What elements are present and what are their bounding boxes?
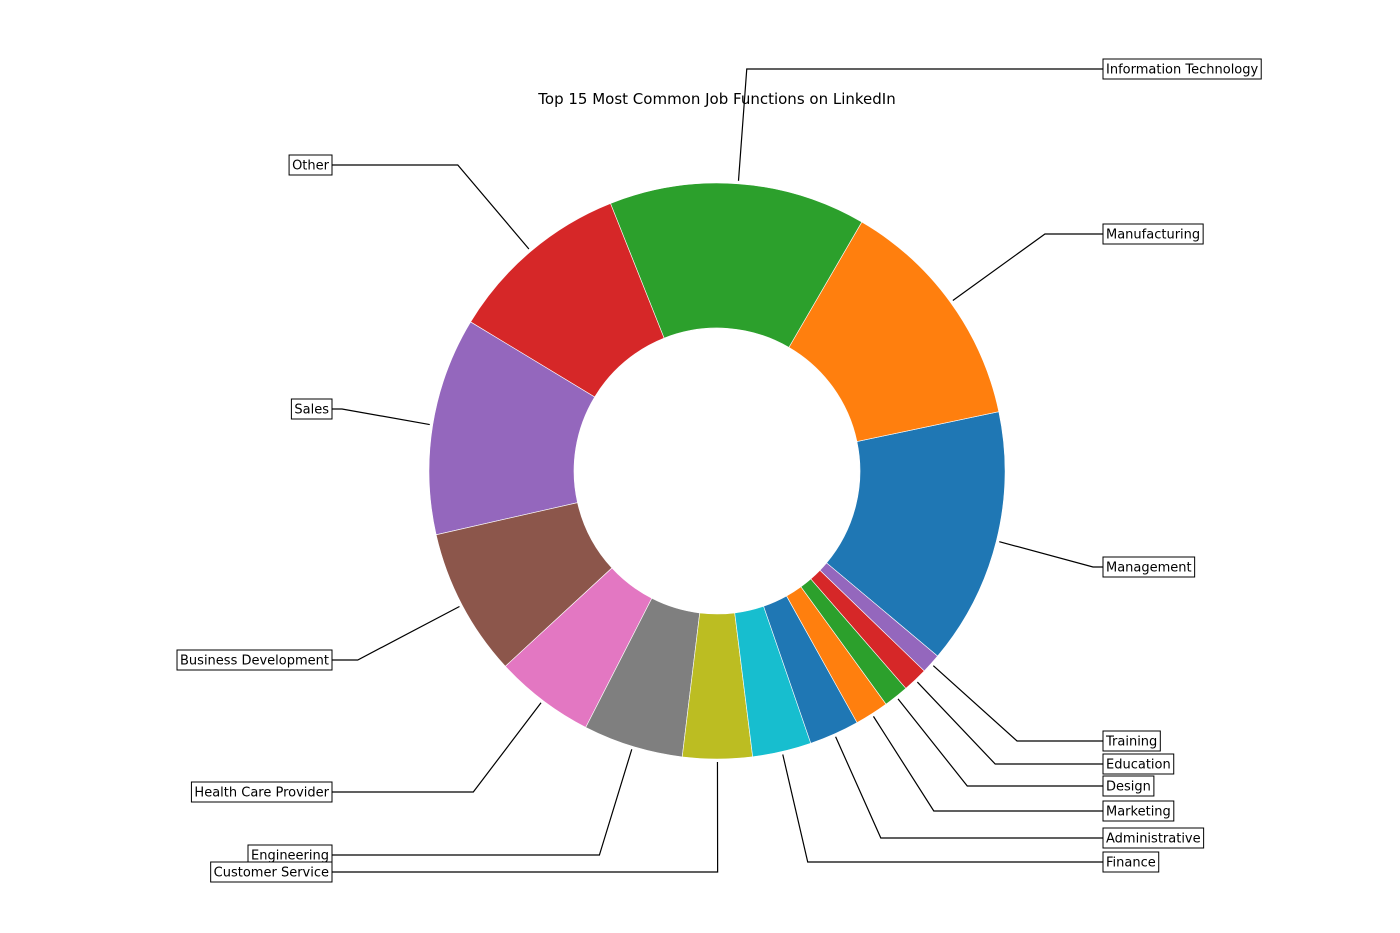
label-text-training: Training [1105, 735, 1157, 750]
label-other: Other [288, 154, 333, 176]
label-management: Management [1102, 556, 1196, 578]
leader-line-engineering [332, 749, 633, 856]
label-marketing: Marketing [1102, 800, 1175, 822]
leader-line-health-care-provider [332, 702, 542, 793]
label-design: Design [1102, 775, 1155, 797]
leader-line-finance [782, 754, 1103, 863]
label-text-engineering: Engineering [251, 849, 329, 864]
label-text-business-development: Business Development [180, 654, 329, 669]
label-information-technology: Information Technology [1102, 58, 1262, 80]
leader-line-design [897, 698, 1103, 787]
label-education: Education [1102, 753, 1175, 775]
label-text-customer-service: Customer Service [214, 866, 329, 881]
leader-line-administrative [835, 736, 1103, 839]
slices-group [428, 182, 1006, 760]
label-text-manufacturing: Manufacturing [1106, 228, 1200, 243]
label-manufacturing: Manufacturing [1102, 223, 1204, 245]
label-finance: Finance [1102, 851, 1160, 873]
label-business-development: Business Development [176, 649, 333, 671]
leader-line-other [332, 164, 530, 250]
label-text-education: Education [1106, 758, 1171, 773]
leader-line-training [932, 665, 1103, 742]
leader-line-manufacturing [952, 233, 1103, 302]
label-text-design: Design [1106, 780, 1151, 795]
label-text-management: Management [1106, 561, 1192, 576]
label-administrative: Administrative [1102, 827, 1205, 849]
leader-line-information-technology [737, 68, 1103, 181]
label-sales: Sales [290, 398, 333, 420]
label-text-administrative: Administrative [1106, 832, 1201, 847]
label-text-other: Other [292, 159, 330, 174]
label-training: Training [1102, 730, 1161, 752]
label-text-health-care-provider: Health Care Provider [194, 786, 329, 801]
leader-line-sales [332, 408, 430, 426]
label-text-information-technology: Information Technology [1106, 63, 1259, 78]
leader-line-education [916, 681, 1103, 765]
label-text-sales: Sales [294, 403, 329, 418]
donut-chart: Top 15 Most Common Job Functions on Link… [176, 58, 1262, 883]
leader-line-management [999, 541, 1103, 568]
leader-line-business-development [332, 605, 460, 661]
label-text-marketing: Marketing [1106, 805, 1171, 820]
label-health-care-provider: Health Care Provider [190, 781, 333, 803]
label-customer-service: Customer Service [210, 861, 333, 883]
label-text-finance: Finance [1106, 856, 1156, 871]
chart-title: Top 15 Most Common Job Functions on Link… [537, 90, 895, 108]
